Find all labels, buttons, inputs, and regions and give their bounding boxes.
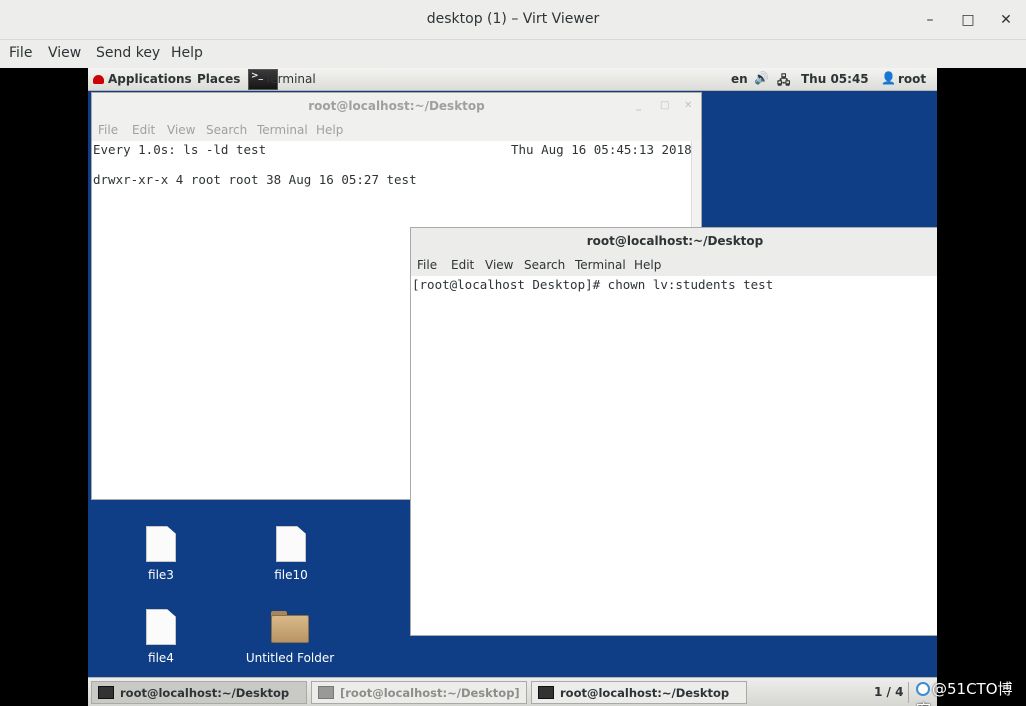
clock[interactable]: Thu 05:45 <box>801 72 869 86</box>
desktop-icon-file4[interactable]: file4 <box>121 609 201 665</box>
document-icon <box>146 609 176 645</box>
terminal-window-active[interactable]: root@localhost:~/Desktop File Edit View … <box>410 227 937 636</box>
applications-label: Applications <box>108 72 192 86</box>
terminal-title: root@localhost:~/Desktop <box>308 99 485 113</box>
watermark: @51CTO博客 <box>916 678 1026 706</box>
menu-file[interactable]: File <box>9 45 32 61</box>
pager-divider <box>908 682 909 703</box>
terminal-menu-terminal[interactable]: Terminal <box>575 258 626 272</box>
bottom-taskbar: root@localhost:~/Desktop [root@localhost… <box>88 677 937 706</box>
desktop-icon-untitled-folder[interactable]: Untitled Folder <box>240 609 340 665</box>
terminal-icon <box>318 686 334 699</box>
desktop-icon-label: Untitled Folder <box>245 651 335 665</box>
terminal-menu-help[interactable]: Help <box>316 123 343 137</box>
terminal-menu-terminal[interactable]: Terminal <box>257 123 308 137</box>
places-menu[interactable]: Places <box>197 72 240 86</box>
window-title: desktop (1) – Virt Viewer <box>426 11 600 27</box>
close-button[interactable]: ✕ <box>996 10 1016 30</box>
terminal-title: root@localhost:~/Desktop <box>586 234 764 248</box>
taskbar-item-label: root@localhost:~/Desktop <box>560 686 730 700</box>
terminal-menu-edit[interactable]: Edit <box>451 258 474 272</box>
menu-send-key[interactable]: Send key <box>96 45 160 61</box>
watermark-logo-icon <box>916 682 930 696</box>
user-icon: 👤 <box>881 71 896 85</box>
desktop-icon-file3[interactable]: file3 <box>121 526 201 582</box>
document-icon <box>276 526 306 562</box>
window-titlebar[interactable]: desktop (1) – Virt Viewer – □ ✕ <box>0 0 1026 40</box>
taskbar-item-terminal-1[interactable]: root@localhost:~/Desktop <box>91 681 307 704</box>
terminal-menu-search[interactable]: Search <box>206 123 247 137</box>
terminal-line: [root@localhost Desktop]# chown lv:stude… <box>412 277 774 292</box>
terminal-menu-view[interactable]: View <box>167 123 195 137</box>
redhat-icon <box>93 75 104 84</box>
applications-menu[interactable]: Applications <box>93 72 192 86</box>
terminal-output[interactable]: [root@localhost Desktop]# chown lv:stude… <box>411 276 937 635</box>
watermark-text: @51CTO博客 <box>916 680 1013 706</box>
maximize-button[interactable]: □ <box>958 10 978 30</box>
desktop-icon-label: file10 <box>274 568 308 582</box>
terminal-titlebar[interactable]: root@localhost:~/Desktop _ □ ✕ <box>92 93 701 121</box>
terminal-icon <box>98 686 114 699</box>
user-menu[interactable]: root <box>898 72 926 86</box>
language-indicator[interactable]: en <box>731 72 748 86</box>
menubar: File View Send key Help <box>0 40 1026 68</box>
terminal-icon <box>538 686 554 699</box>
taskbar-item-label: [root@localhost:~/Desktop] <box>340 686 520 700</box>
terminal-maximize-button[interactable]: □ <box>660 100 669 111</box>
desktop-icon-label: file3 <box>148 568 174 582</box>
terminal-menu-help[interactable]: Help <box>634 258 661 272</box>
desktop-icon-label: file4 <box>148 651 174 665</box>
terminal-menu-search[interactable]: Search <box>524 258 565 272</box>
terminal-menubar: File Edit View Search Terminal Help <box>411 256 937 276</box>
terminal-minimize-button[interactable]: _ <box>636 100 641 111</box>
minimize-button[interactable]: – <box>920 10 940 30</box>
taskbar-item-terminal-2[interactable]: [root@localhost:~/Desktop] <box>311 681 527 704</box>
volume-icon[interactable]: 🔊 <box>754 71 769 85</box>
gnome-top-bar: Applications Places >_ Terminal en 🔊 🖧 T… <box>88 68 937 91</box>
taskbar-item-terminal-3[interactable]: root@localhost:~/Desktop <box>531 681 747 704</box>
terminal-menu-edit[interactable]: Edit <box>132 123 155 137</box>
guest-display[interactable]: Applications Places >_ Terminal en 🔊 🖧 T… <box>88 68 937 706</box>
terminal-titlebar[interactable]: root@localhost:~/Desktop <box>411 228 937 256</box>
terminal-line: Every 1.0s: ls -ld test <box>93 142 267 157</box>
menu-view[interactable]: View <box>48 45 81 61</box>
terminal-menubar: File Edit View Search Terminal Help <box>92 121 701 141</box>
terminal-app-label[interactable]: Terminal <box>265 72 316 86</box>
terminal-close-button[interactable]: ✕ <box>684 100 692 111</box>
terminal-menu-file[interactable]: File <box>98 123 118 137</box>
document-icon <box>146 526 176 562</box>
network-icon[interactable]: 🖧 <box>777 71 790 92</box>
folder-icon <box>271 611 309 643</box>
terminal-line: drwxr-xr-x 4 root root 38 Aug 16 05:27 t… <box>93 172 417 187</box>
terminal-timestamp: Thu Aug 16 05:45:13 2018 <box>511 142 692 157</box>
workspace-pager[interactable]: 1 / 4 <box>874 685 903 699</box>
terminal-menu-view[interactable]: View <box>485 258 513 272</box>
desktop-icon-file10[interactable]: file10 <box>251 526 331 582</box>
menu-help[interactable]: Help <box>171 45 203 61</box>
terminal-menu-file[interactable]: File <box>417 258 437 272</box>
taskbar-item-label: root@localhost:~/Desktop <box>120 686 290 700</box>
